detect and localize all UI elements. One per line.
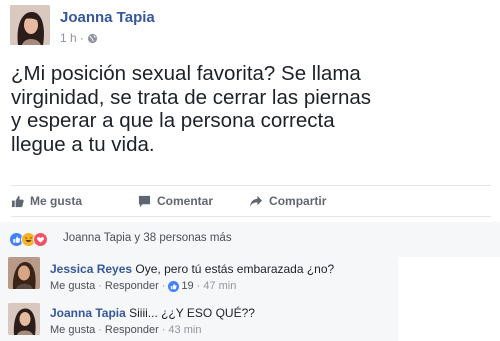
commenter-avatar[interactable] xyxy=(8,257,40,289)
post-text-line: ¿Mi posición sexual favorita? Se llama xyxy=(11,62,361,85)
comment-like-link[interactable]: Me gusta xyxy=(50,324,95,336)
comment-reply-link[interactable]: Responder xyxy=(105,280,159,292)
share-button-label: Compartir xyxy=(269,194,327,208)
post-timestamp[interactable]: 1 h xyxy=(60,31,77,45)
comment-author-name[interactable]: Joanna Tapia xyxy=(50,306,126,320)
like-button[interactable]: Me gusta xyxy=(11,194,82,208)
comment-timestamp[interactable]: 47 min xyxy=(203,280,236,292)
reactions-summary-icons[interactable] xyxy=(9,231,48,247)
commenter-avatar[interactable] xyxy=(8,303,40,335)
comment-like-link[interactable]: Me gusta xyxy=(50,280,95,292)
love-reaction-icon xyxy=(33,231,48,247)
post-text-line: virginidad, se trata de cerrar las piern… xyxy=(11,85,372,109)
comment-body: Joanna Tapia Siiii... ¿¿Y ESO QUÉ?? xyxy=(50,306,255,320)
share-button[interactable]: Compartir xyxy=(249,194,326,208)
post-text-line: llegue a tu vida. xyxy=(11,132,155,156)
comment-text: Siiii... ¿¿Y ESO QUÉ?? xyxy=(129,306,255,320)
blank-area xyxy=(398,257,500,341)
author-avatar[interactable] xyxy=(10,5,50,45)
post-text-line: y esperar a que la persona correcta xyxy=(11,109,335,132)
comment-actions: Me gusta · Responder · 43 min xyxy=(50,324,202,336)
comment-author-name[interactable]: Jessica Reyes xyxy=(50,262,132,276)
divider xyxy=(11,216,491,217)
comment-reply-link[interactable]: Responder xyxy=(105,324,159,336)
divider xyxy=(11,185,491,186)
like-count-icon xyxy=(168,280,180,292)
like-button-label: Me gusta xyxy=(30,194,83,208)
thumbs-up-icon xyxy=(11,195,24,207)
post-author-name[interactable]: Joanna Tapia xyxy=(60,9,155,26)
post-body: ¿Mi posición sexual favorita? Se llama v… xyxy=(11,62,491,156)
comment-text: Oye, pero tú estás embarazada ¿no? xyxy=(135,262,335,276)
globe-icon xyxy=(87,33,97,43)
comment-body: Jessica Reyes Oye, pero tú estás embaraz… xyxy=(50,262,334,276)
comment-button-label: Comentar xyxy=(157,194,214,208)
comment-actions: Me gusta · Responder · 19 · 47 min xyxy=(50,280,237,292)
post-meta: 1 h · xyxy=(60,31,98,45)
comment-timestamp[interactable]: 43 min xyxy=(168,324,201,336)
post-action-bar: Me gusta Comentar Compartir xyxy=(11,190,491,212)
comment-button[interactable]: Comentar xyxy=(138,194,213,208)
reactions-summary-text[interactable]: Joanna Tapia y 38 personas más xyxy=(63,232,232,244)
comment-icon xyxy=(138,195,151,207)
comment-like-count[interactable]: 19 xyxy=(181,280,193,292)
share-arrow-icon xyxy=(249,195,263,207)
facebook-post: Joanna Tapia 1 h · ¿Mi posición sexual f… xyxy=(0,0,500,341)
